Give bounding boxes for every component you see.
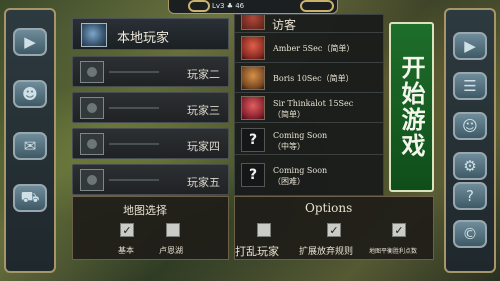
- settings-icon[interactable]: ⚙: [453, 152, 487, 180]
- options-panel: Options 打乱玩家 ✓ 扩展放弃规则 ✓ 地图平衡胜利点数: [234, 196, 434, 260]
- play-icon[interactable]: ▶: [13, 28, 47, 56]
- boris-portrait-icon: [241, 66, 265, 90]
- map-basic-checkbox[interactable]: ✓: [120, 223, 134, 237]
- copyright-icon[interactable]: ©: [453, 220, 487, 248]
- ai-list-header: 访客: [272, 18, 297, 32]
- player-avatar-placeholder: [80, 97, 104, 119]
- extended-forfeit-checkbox[interactable]: ✓: [327, 223, 341, 237]
- local-player-avatar: [81, 23, 107, 47]
- player-slot[interactable]: 玩家二: [72, 56, 229, 87]
- ai-name: Boris 10Sec（简单）: [273, 74, 354, 83]
- start-game-button[interactable]: 开始游戏: [389, 22, 434, 192]
- map-select-panel: 地图选择 ✓ 基本 卢恩湖: [72, 196, 229, 260]
- shuffle-players-checkbox[interactable]: [257, 223, 271, 237]
- amber-portrait-icon: [241, 36, 265, 60]
- slot-line: [109, 107, 159, 109]
- top-status-text: Lv3 ♣ 46: [212, 2, 245, 10]
- local-player-row[interactable]: 本地玩家: [72, 18, 229, 50]
- left-button-column: ▶ ☻ ✉ ⛟: [4, 8, 56, 273]
- player-avatar-placeholder: [80, 61, 104, 83]
- slot-line: [109, 143, 159, 145]
- list-item[interactable]: [235, 15, 383, 33]
- slot-line: [109, 71, 159, 73]
- extended-forfeit-label: 扩展放弃规则: [299, 247, 354, 257]
- player-slot[interactable]: 玩家四: [72, 128, 229, 159]
- video-icon[interactable]: ▶: [453, 32, 487, 60]
- coin-ring-icon: [188, 0, 210, 12]
- sir-thinkalot-portrait-icon: [241, 96, 265, 120]
- right-button-column: ▶ ☰ ☺ ⚙ ? ©: [444, 8, 496, 273]
- ai-name: Coming Soon （困难）: [273, 166, 328, 186]
- list-item[interactable]: ? Coming Soon （中等）: [235, 125, 383, 155]
- start-game-label: 开始游戏: [397, 55, 425, 159]
- slot-line: [109, 179, 159, 181]
- player-slot[interactable]: 玩家三: [72, 92, 229, 123]
- map-balance-checkbox[interactable]: ✓: [392, 223, 406, 237]
- list-item[interactable]: ? Coming Soon （困难）: [235, 160, 383, 190]
- map-balance-label: 地图平衡胜利点数: [369, 248, 418, 255]
- list-item[interactable]: Boris 10Sec（简单）: [235, 63, 383, 93]
- map-select-title: 地图选择: [123, 204, 167, 217]
- cart-icon[interactable]: ⛟: [13, 184, 47, 212]
- player-slot-label: 玩家三: [187, 104, 220, 117]
- question-mark-icon: ?: [241, 163, 265, 187]
- player-slot-label: 玩家二: [187, 68, 220, 81]
- profile-icon[interactable]: ☻: [13, 80, 47, 108]
- map-rune-lake-checkbox[interactable]: [166, 223, 180, 237]
- list-item[interactable]: Sir Thinkalot 15Sec （简单）: [235, 93, 383, 123]
- ai-name: Amber 5Sec（简单）: [273, 44, 355, 53]
- player-slot[interactable]: 玩家五: [72, 164, 229, 195]
- list-icon[interactable]: ☰: [453, 72, 487, 100]
- player-slot-label: 玩家五: [187, 176, 220, 189]
- shuffle-players-label: 打乱玩家: [235, 245, 279, 258]
- ai-opponent-list[interactable]: Amber 5Sec（简单） Boris 10Sec（简单） Sir Think…: [234, 14, 384, 196]
- options-title: Options: [305, 201, 353, 215]
- player-slot-label: 玩家四: [187, 140, 220, 153]
- local-player-label: 本地玩家: [117, 31, 170, 46]
- question-mark-icon: ?: [241, 128, 265, 152]
- ai-name: Coming Soon （中等）: [273, 131, 328, 151]
- visitor-portrait-icon: [241, 15, 265, 30]
- resource-ring-icon: [300, 0, 334, 12]
- map-rune-lake-label: 卢恩湖: [159, 246, 183, 255]
- map-basic-label: 基本: [118, 246, 134, 255]
- question-icon[interactable]: ?: [453, 182, 487, 210]
- people-icon[interactable]: ☺: [453, 112, 487, 140]
- list-item[interactable]: Amber 5Sec（简单）: [235, 33, 383, 63]
- ai-name: Sir Thinkalot 15Sec （简单）: [273, 99, 354, 119]
- player-avatar-placeholder: [80, 169, 104, 191]
- chat-icon[interactable]: ✉: [13, 132, 47, 160]
- player-avatar-placeholder: [80, 133, 104, 155]
